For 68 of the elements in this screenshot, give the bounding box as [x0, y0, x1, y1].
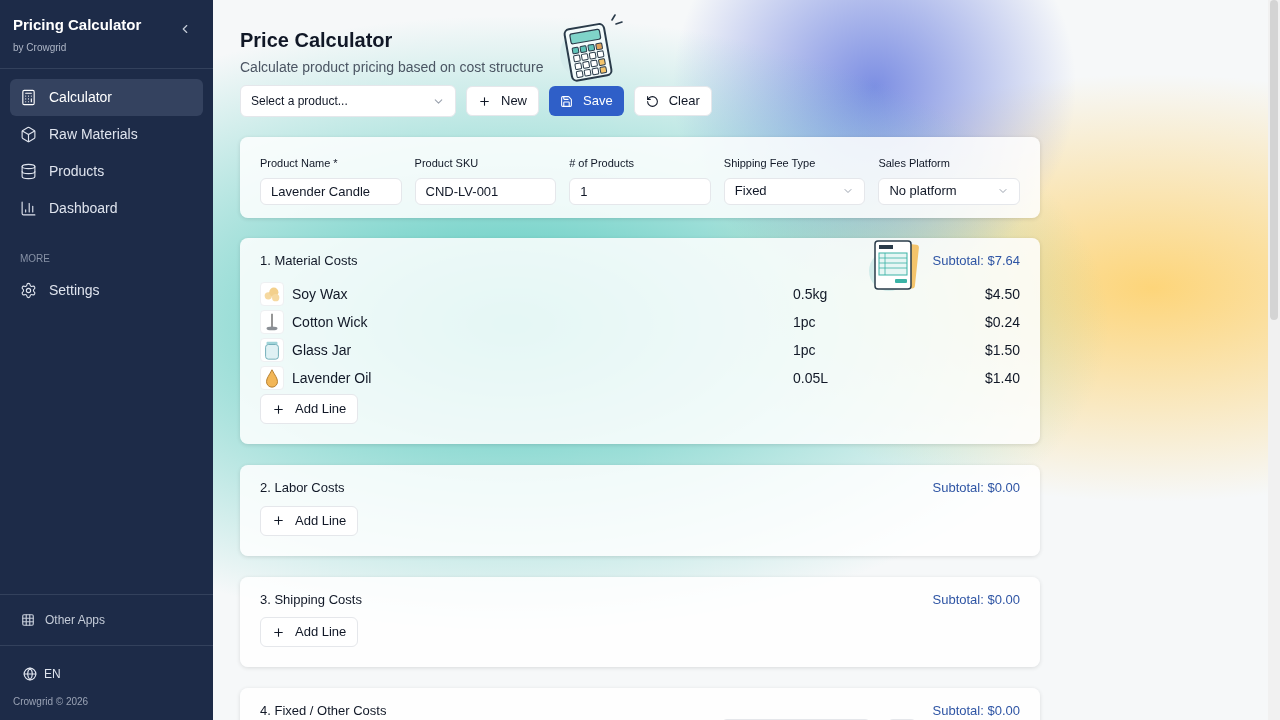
quantity-text: 0.5kg	[793, 284, 829, 304]
language-selector[interactable]: EN	[44, 665, 61, 683]
price-text: $0.24	[983, 312, 1020, 332]
nav-item[interactable]: Raw Materials	[10, 115, 203, 153]
calculator-icon	[20, 88, 37, 106]
add-line-button[interactable]: Add Line	[260, 505, 359, 536]
section-title: 3. Shipping Costs	[260, 590, 362, 609]
settings-icon	[20, 281, 37, 299]
add-line-button[interactable]: Add Line	[260, 617, 359, 647]
material-name: Glass Jar	[292, 340, 352, 360]
input-field[interactable]: Lavender Candle	[260, 177, 402, 205]
section-title: 1. Material Costs	[260, 251, 358, 270]
save-icon	[560, 94, 573, 108]
clear-button[interactable]: Clear	[633, 86, 712, 116]
cube-icon	[20, 125, 37, 143]
wick-icon	[260, 310, 284, 334]
material-name: Soy Wax	[292, 284, 348, 304]
database-icon	[20, 162, 37, 180]
field-label: Product SKU	[414, 156, 480, 171]
grid-icon	[21, 613, 35, 627]
reset-icon	[645, 94, 659, 108]
section-subtotal: Subtotal: $0.00	[932, 590, 1020, 609]
globe-icon	[23, 667, 37, 681]
page-title: Price Calculator	[240, 28, 394, 53]
plus-icon	[478, 94, 491, 108]
section-subtotal: Subtotal: $0.00	[932, 702, 1020, 720]
app-subtitle: by Crowgrid	[13, 40, 68, 55]
section-subtotal: Subtotal: $0.00	[932, 479, 1020, 497]
input-field[interactable]: CND-LV-001	[414, 177, 557, 205]
nav-item[interactable]: Settings	[10, 271, 203, 309]
app-title: Pricing Calculator	[13, 15, 142, 35]
nav-item[interactable]: Dashboard	[10, 189, 203, 227]
new-button[interactable]: New	[466, 86, 539, 116]
material-name: Lavender Oil	[292, 368, 372, 388]
select-field[interactable]: No platform	[878, 177, 1020, 205]
quantity-text: 0.05L	[793, 368, 830, 388]
page-subtitle: Calculate product pricing based on cost structure	[240, 58, 544, 77]
plus-icon	[272, 402, 285, 416]
scrollbar[interactable]	[1268, 0, 1280, 720]
copyright-text: Crowgrid © 2026	[13, 695, 90, 709]
price-text: $1.40	[983, 368, 1020, 388]
bar-chart-icon	[20, 199, 37, 217]
nav-item[interactable]: Products	[10, 152, 203, 190]
field-label: Shipping Fee Type	[723, 156, 817, 171]
section-subtotal: Subtotal: $7.64	[932, 251, 1020, 270]
save-button[interactable]: Save	[549, 86, 624, 116]
product-select[interactable]: Select a product...	[240, 85, 456, 117]
material-name: Cotton Wick	[292, 312, 368, 332]
price-text: $1.50	[983, 340, 1020, 360]
input-field[interactable]: 1	[569, 177, 711, 205]
oil-drop-icon	[260, 366, 284, 390]
plus-icon	[272, 514, 285, 527]
quantity-text: 1pc	[793, 312, 817, 332]
jar-icon	[260, 338, 284, 362]
quantity-text: 1pc	[793, 340, 817, 360]
plus-icon	[272, 625, 285, 639]
nav-item[interactable]: Calculator	[10, 78, 203, 116]
field-label: Sales Platform	[878, 156, 951, 171]
select-field[interactable]: Fixed	[723, 177, 866, 205]
field-label: # of Products	[569, 156, 635, 171]
section-title: 4. Fixed / Other Costs	[260, 702, 387, 720]
section-heading: MORE	[19, 251, 51, 266]
wax-flakes-icon	[260, 282, 284, 306]
field-label: Product Name *	[260, 156, 339, 171]
section-title: 2. Labor Costs	[260, 479, 345, 497]
other-apps-link[interactable]: Other Apps	[45, 611, 106, 629]
price-text: $4.50	[983, 284, 1020, 304]
add-line-button[interactable]: Add Line	[260, 394, 359, 424]
